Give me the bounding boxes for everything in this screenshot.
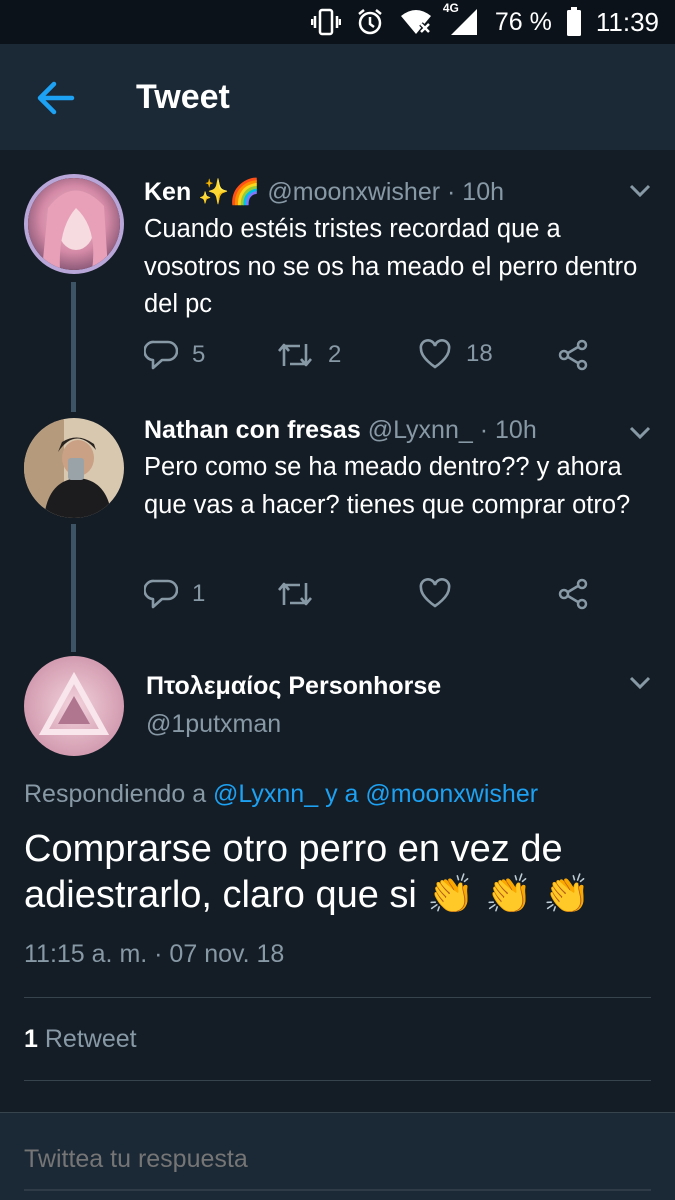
- input-underline: [24, 1189, 651, 1191]
- replying-to: Respondiendo a @Lyxnn_ y a @moonxwisher: [24, 780, 538, 809]
- replying-prefix: Respondiendo a: [24, 780, 207, 808]
- battery-percent: 76 %: [494, 7, 552, 36]
- retweet-stats[interactable]: 1 Retweet: [24, 1025, 137, 1054]
- wifi-off-icon: [399, 8, 433, 36]
- handle[interactable]: @Lyxnn_: [368, 416, 473, 444]
- reply-button[interactable]: 5: [144, 338, 205, 372]
- handle[interactable]: @moonxwisher: [267, 178, 440, 206]
- reply-icon: [144, 340, 178, 370]
- tweet-time: · 10h: [447, 178, 504, 206]
- reply-button[interactable]: 1: [144, 577, 205, 611]
- mention-link[interactable]: @moonxwisher: [365, 780, 538, 808]
- retweet-label: Retweet: [44, 1025, 137, 1053]
- page-title: Tweet: [136, 78, 230, 116]
- display-name[interactable]: Ken: [144, 178, 191, 206]
- chevron-down-icon[interactable]: [629, 676, 651, 690]
- reply-count: 1: [192, 580, 206, 607]
- like-button[interactable]: [418, 577, 466, 609]
- retweet-icon: [278, 343, 312, 367]
- mention-link[interactable]: @Lyxnn_: [213, 780, 318, 808]
- retweet-total: 1: [24, 1025, 38, 1053]
- main-display-name[interactable]: Πτολεμαίος Personhorse: [146, 672, 441, 701]
- thread-line: [71, 282, 76, 412]
- vibrate-icon: [310, 8, 341, 36]
- tweet-text: Pero como se ha meado dentro?? y ahora q…: [144, 453, 631, 519]
- tweet-text: Cuando estéis tristes recordad que a vos…: [144, 215, 638, 318]
- avatar[interactable]: [24, 174, 124, 274]
- retweet-icon: [278, 582, 312, 606]
- tweet-actions: 1: [144, 577, 604, 613]
- alarm-icon: [355, 7, 385, 37]
- reply-input[interactable]: [24, 1145, 624, 1174]
- reply-composer: [0, 1112, 675, 1200]
- thread-line: [71, 524, 76, 652]
- share-button[interactable]: [556, 577, 590, 611]
- share-icon: [558, 578, 588, 610]
- retweet-count: 2: [328, 341, 342, 368]
- back-arrow-icon: [37, 81, 75, 115]
- divider: [24, 997, 651, 998]
- like-icon: [419, 339, 451, 369]
- avatar[interactable]: [24, 418, 124, 518]
- like-button[interactable]: 18: [418, 338, 493, 370]
- back-button[interactable]: [32, 76, 80, 120]
- app-bar: Tweet: [0, 44, 675, 150]
- tweet-actions: 5 2 18: [144, 338, 604, 374]
- main-avatar[interactable]: [24, 656, 124, 756]
- like-count: 18: [466, 340, 493, 367]
- main-tweet-text: Comprarse otro perro en vez de adiestrar…: [24, 828, 591, 916]
- tweet-timestamp: 11:15 a. m. · 07 nov. 18: [24, 940, 285, 968]
- retweet-button[interactable]: [276, 577, 328, 611]
- display-name[interactable]: Nathan con fresas: [144, 416, 361, 444]
- share-icon: [558, 339, 588, 371]
- name-emoji: ✨🌈: [198, 178, 261, 206]
- clock: 11:39: [595, 6, 659, 37]
- replying-and[interactable]: y a: [325, 780, 358, 808]
- tweet-time: · 10h: [479, 416, 537, 444]
- share-button[interactable]: [556, 338, 590, 372]
- chevron-down-icon[interactable]: [629, 184, 651, 198]
- like-icon: [419, 578, 451, 608]
- main-handle[interactable]: @1putxman: [146, 710, 281, 739]
- network-type: 4G: [442, 1, 459, 15]
- chevron-down-icon[interactable]: [629, 426, 651, 440]
- signal-icon: 4G: [443, 1, 481, 37]
- status-bar: 4G 76 % 11:39: [0, 0, 675, 44]
- reply-icon: [144, 579, 178, 609]
- battery-icon: [566, 7, 582, 37]
- divider: [24, 1080, 651, 1081]
- reply-count: 5: [192, 341, 206, 368]
- retweet-button[interactable]: 2: [276, 338, 341, 372]
